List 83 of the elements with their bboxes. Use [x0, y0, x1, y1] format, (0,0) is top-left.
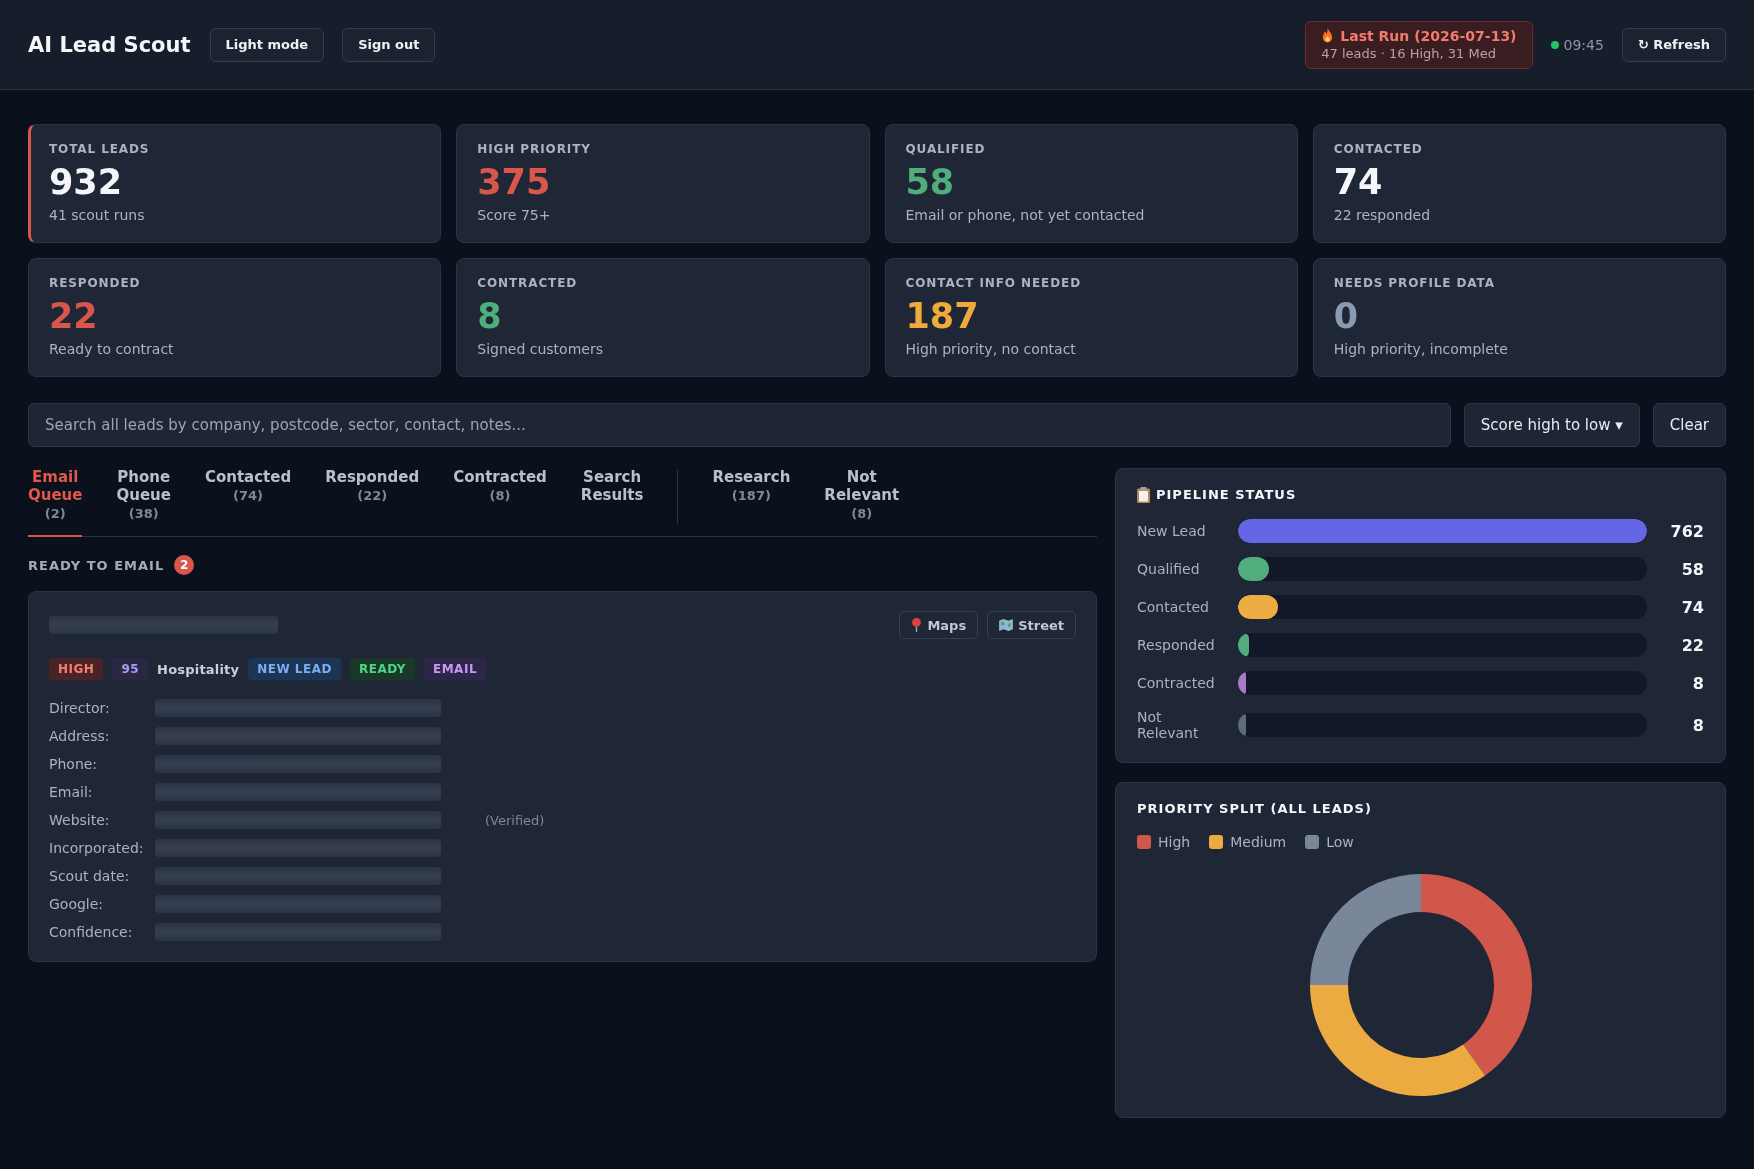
field-label: Google:	[49, 896, 105, 912]
stage-count: 22	[1680, 635, 1704, 655]
app-title: AI Lead Scout	[28, 32, 191, 57]
section-title: READY TO EMAIL	[28, 557, 165, 573]
legend-label: Medium	[1230, 834, 1287, 850]
tab[interactable]: Not Relevant (8)	[824, 468, 900, 537]
stage-label: Contacted	[1137, 599, 1210, 615]
tab[interactable]: Contracted (8)	[453, 468, 547, 537]
stage-count: 762	[1669, 521, 1704, 541]
stat-caption: Email or phone, not yet contacted	[905, 206, 1146, 224]
field-label: Website:	[49, 812, 111, 828]
field-label: Phone:	[49, 756, 99, 772]
field-label: Address:	[49, 728, 111, 744]
legend-label: Low	[1326, 834, 1354, 850]
sector-text: Hospitality	[157, 660, 240, 679]
legend-label: High	[1158, 834, 1191, 850]
field-label: Email:	[49, 784, 94, 800]
tab[interactable]: Research (187)	[712, 468, 791, 537]
panel-title: PRIORITY SPLIT (ALL LEADS)	[1137, 801, 1373, 817]
stat-value: 58	[905, 161, 956, 203]
stage-count: 8	[1691, 673, 1704, 693]
flame-icon	[1321, 28, 1335, 43]
field-label: Scout date:	[49, 868, 131, 884]
tab[interactable]: Contacted (74)	[204, 468, 292, 537]
tag: HIGH	[49, 658, 104, 680]
stat-label: NEEDS PROFILE DATA	[1333, 276, 1496, 291]
stage-label: Not Relevant	[1137, 709, 1200, 741]
tag: NEW LEAD	[248, 658, 341, 680]
sort-dropdown[interactable]: Score high to low ▾	[1463, 403, 1640, 447]
stat-value: 8	[477, 295, 503, 337]
tag: 95	[112, 658, 149, 680]
stat-caption: 41 scout runs	[49, 206, 146, 224]
street-view-button[interactable]: Street	[987, 611, 1076, 639]
stage-count: 8	[1691, 715, 1704, 735]
maps-button[interactable]: Maps	[899, 611, 979, 639]
field-label: Incorporated:	[49, 840, 145, 856]
field-label: Director:	[49, 700, 111, 716]
tab[interactable]: Phone Queue (38)	[116, 468, 171, 537]
search-field[interactable]: Search all leads by company, postcode, sector, contact, notes...	[28, 403, 1451, 447]
refresh-button[interactable]: ↻ Refresh	[1621, 27, 1726, 62]
panel-title: PIPELINE STATUS	[1156, 487, 1297, 503]
tab[interactable]: Email Queue (2)	[28, 468, 83, 537]
pin-icon	[911, 618, 923, 632]
stage-label: Qualified	[1137, 561, 1201, 577]
field-label: Confidence:	[49, 924, 134, 940]
stage-label: New Lead	[1137, 523, 1207, 539]
stat-label: HIGH PRIORITY	[477, 142, 592, 157]
stat-label: QUALIFIED	[905, 142, 987, 157]
stat-label: TOTAL LEADS	[49, 142, 151, 157]
clock-time: 09:45	[1563, 36, 1604, 53]
theme-button[interactable]: Light mode	[209, 27, 325, 62]
field-note: (Verified)	[485, 812, 545, 828]
tab[interactable]: Search Results	[580, 468, 644, 537]
stat-label: RESPONDED	[49, 276, 142, 291]
last-run-title: Last Run (2026-07-13)	[1340, 27, 1517, 44]
stat-value: 74	[1333, 161, 1384, 203]
stat-value: 187	[905, 295, 980, 337]
count-badge: 2	[174, 555, 195, 575]
stat-caption: High priority, no contact	[905, 340, 1077, 358]
tab[interactable]: Responded (22)	[325, 468, 420, 537]
stat-value: 22	[49, 295, 99, 337]
stat-label: CONTACTED	[1333, 142, 1424, 157]
stat-label: CONTACT INFO NEEDED	[905, 276, 1082, 291]
stat-caption: Signed customers	[477, 340, 604, 358]
stage-label: Contracted	[1137, 675, 1216, 691]
stat-label: CONTRACTED	[477, 276, 579, 291]
stat-caption: Score 75+	[477, 206, 552, 224]
stage-count: 74	[1680, 597, 1704, 617]
stage-label: Responded	[1137, 637, 1216, 653]
sign-out-button[interactable]: Sign out	[342, 27, 436, 62]
last-run-summary: 47 leads · 16 High, 31 Med	[1321, 45, 1497, 61]
tag: READY	[349, 658, 415, 680]
stat-caption: High priority, incomplete	[1333, 340, 1509, 358]
stage-count: 58	[1680, 559, 1704, 579]
clipboard-icon	[1137, 487, 1150, 503]
stat-caption: Ready to contract	[49, 340, 175, 358]
stat-value: 932	[49, 161, 124, 203]
stat-caption: 22 responded	[1333, 206, 1432, 224]
tag: EMAIL	[424, 658, 487, 680]
clear-button[interactable]: Clear	[1652, 403, 1726, 447]
stat-value: 375	[477, 161, 552, 203]
map-icon	[999, 619, 1014, 631]
stat-value: 0	[1333, 295, 1360, 337]
